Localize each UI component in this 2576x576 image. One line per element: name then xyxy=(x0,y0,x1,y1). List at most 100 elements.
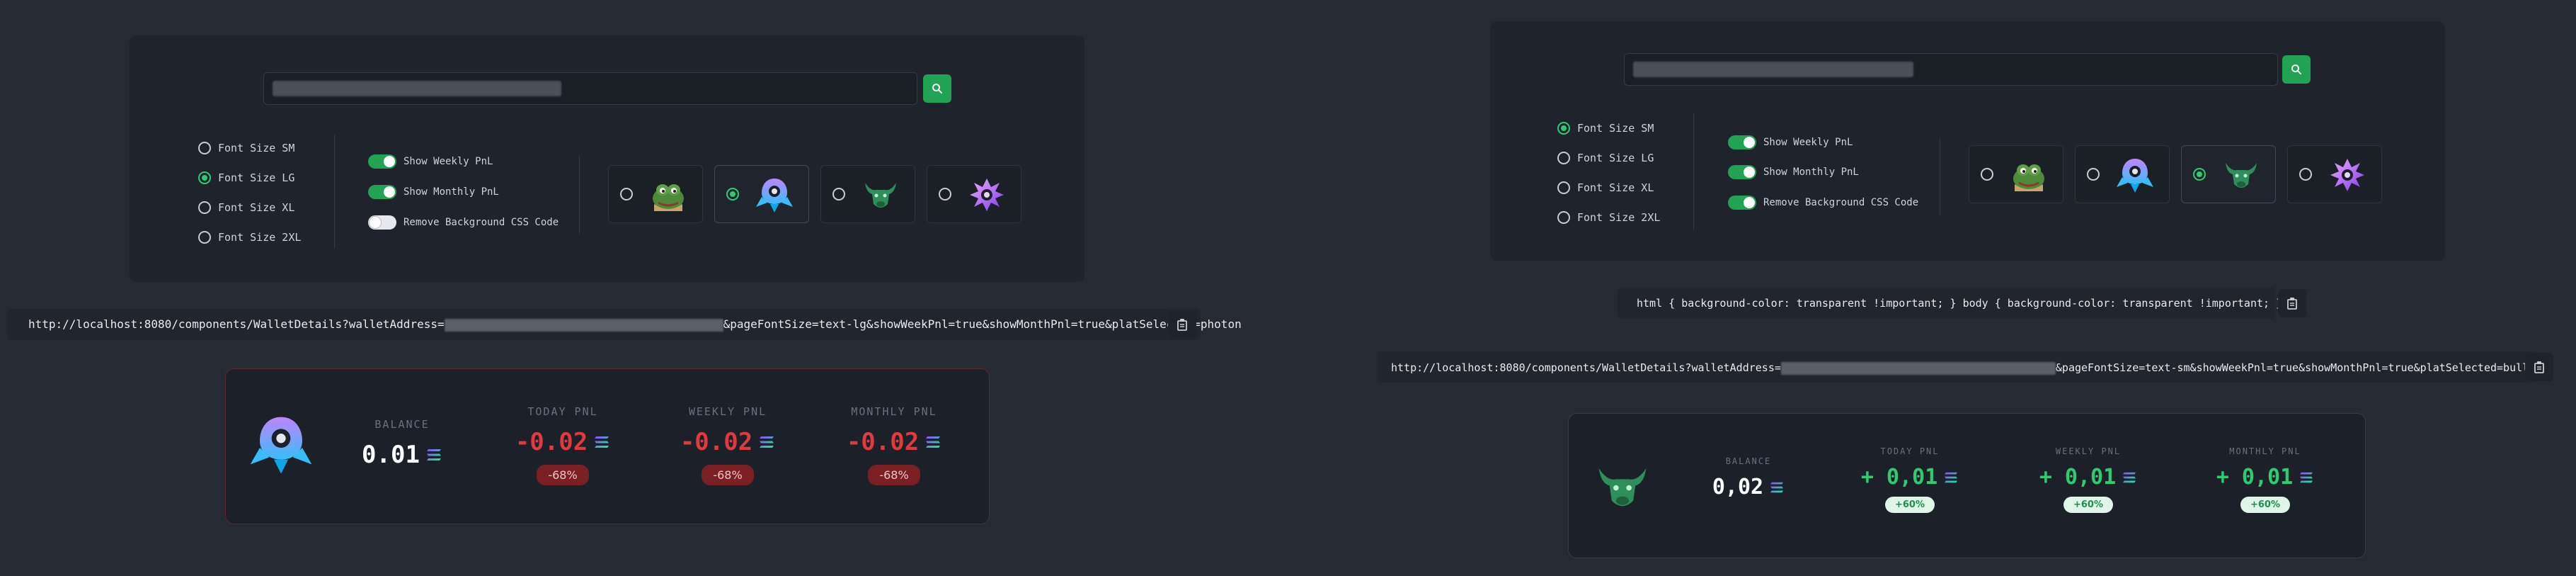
pct-badge-wrap: +60% xyxy=(1843,497,1977,513)
solana-icon xyxy=(2300,472,2313,482)
toggle-switch[interactable] xyxy=(368,154,396,169)
wallet-search-input[interactable] xyxy=(1624,53,2278,86)
url-suffix: &pageFontSize=text-sm&showWeekPnl=true&s… xyxy=(2055,361,2536,374)
copy-css-button[interactable] xyxy=(2278,289,2306,317)
toggle-label: Show Weekly PnL xyxy=(1763,137,1853,148)
radio-button[interactable] xyxy=(939,188,951,201)
radio-button[interactable] xyxy=(2299,168,2312,181)
toggle-remove-background[interactable]: Remove Background CSS Code xyxy=(1728,196,1918,210)
font-option-sm[interactable]: Font Size SM xyxy=(198,142,294,154)
font-option-label: Font Size 2XL xyxy=(218,231,302,244)
monthly-pnl-value: + 0,01 xyxy=(2198,465,2332,490)
toggle-switch[interactable] xyxy=(368,185,396,199)
copy-icon xyxy=(1177,319,1187,331)
platform-card-bullx[interactable] xyxy=(2181,145,2276,203)
value-text: 0,02 xyxy=(1712,475,1764,499)
radio-button[interactable] xyxy=(1557,181,1570,194)
toggle-label: Show Monthly PnL xyxy=(1763,166,1859,178)
percent-badge: -68% xyxy=(702,465,754,485)
radio-button[interactable] xyxy=(1557,211,1570,224)
toggle-weekly-pnl[interactable]: Show Weekly PnL xyxy=(368,154,493,169)
photon-logo-icon xyxy=(250,417,312,474)
platform-card-photon[interactable] xyxy=(714,165,809,223)
weekly-pnl-stat: WEEKLY PNL + 0,01 +60% xyxy=(2021,446,2156,513)
copy-url-button[interactable] xyxy=(1168,310,1196,339)
platform-card-bullx[interactable] xyxy=(820,165,915,223)
url-suffix: &pageFontSize=text-lg&showWeekPnl=true&s… xyxy=(723,317,1242,331)
solana-icon xyxy=(595,436,609,448)
value-text: + 0,01 xyxy=(1860,465,1938,490)
font-option-sm[interactable]: Font Size SM xyxy=(1557,122,1654,135)
radio-button[interactable] xyxy=(198,231,211,244)
copy-url-button[interactable] xyxy=(2525,353,2553,381)
font-option-lg[interactable]: Font Size LG xyxy=(198,171,294,184)
toggle-monthly-pnl[interactable]: Show Monthly PnL xyxy=(368,185,499,199)
wallet-search-input[interactable] xyxy=(263,72,917,105)
bullx-logo-icon xyxy=(2226,163,2257,188)
radio-button[interactable] xyxy=(1557,152,1570,164)
radio-button[interactable] xyxy=(198,171,211,184)
toggle-label: Remove Background CSS Code xyxy=(403,217,559,228)
font-option-xl[interactable]: Font Size XL xyxy=(1557,181,1654,194)
platform-card-axiom[interactable] xyxy=(927,165,1021,223)
search-button[interactable] xyxy=(2282,55,2311,84)
radio-button[interactable] xyxy=(1557,122,1570,135)
weekly-pnl-value: -0.02 xyxy=(668,428,788,456)
toggle-monthly-pnl[interactable]: Show Monthly PnL xyxy=(1728,165,1859,179)
platform-card-pepe[interactable] xyxy=(1969,145,2063,203)
toggle-switch[interactable] xyxy=(1728,135,1756,149)
value-text: + 0,01 xyxy=(2039,465,2117,490)
css-code-text[interactable]: html { background-color: transparent !im… xyxy=(1637,297,2282,310)
radio-button[interactable] xyxy=(198,142,211,154)
photon-logo-icon xyxy=(756,179,793,213)
blurred-address xyxy=(273,81,561,96)
platform-card-photon[interactable] xyxy=(2075,145,2170,203)
radio-button[interactable] xyxy=(2087,168,2100,181)
solana-icon xyxy=(2123,472,2136,482)
pepe-logo-icon xyxy=(2013,164,2044,191)
search-icon xyxy=(2291,64,2301,74)
generated-url-left[interactable]: http://localhost:8080/components/WalletD… xyxy=(28,317,1242,332)
radio-button[interactable] xyxy=(1981,168,1993,181)
bullx-logo-icon xyxy=(1598,468,1647,507)
toggle-switch[interactable] xyxy=(368,215,396,230)
platform-card-axiom[interactable] xyxy=(2287,145,2382,203)
today-pnl-stat: TODAY PNL + 0,01 +60% xyxy=(1843,446,1977,513)
pct-badge-wrap: -68% xyxy=(668,465,788,485)
radio-button[interactable] xyxy=(198,201,211,214)
toggle-switch[interactable] xyxy=(1728,196,1756,210)
solana-icon xyxy=(1945,472,1958,482)
toggle-weekly-pnl[interactable]: Show Weekly PnL xyxy=(1728,135,1853,149)
percent-badge: +60% xyxy=(2240,497,2290,513)
font-option-2xl[interactable]: Font Size 2XL xyxy=(198,231,301,244)
search-button[interactable] xyxy=(923,74,951,103)
percent-badge: +60% xyxy=(1884,497,1935,513)
generated-url-right[interactable]: http://localhost:8080/components/WalletD… xyxy=(1391,361,2535,375)
solana-icon xyxy=(1770,482,1784,492)
today-pnl-value: -0.02 xyxy=(503,428,623,456)
font-option-label: Font Size XL xyxy=(1577,181,1654,194)
divider xyxy=(334,135,335,248)
weekly-pnl-stat: WEEKLY PNL -0.02 -68% xyxy=(668,405,788,485)
stat-label: BALANCE xyxy=(1725,456,1772,466)
bullx-logo-icon xyxy=(865,183,896,208)
percent-badge: -68% xyxy=(868,465,920,485)
url-prefix: http://localhost:8080/components/WalletD… xyxy=(1391,361,1781,374)
font-option-lg[interactable]: Font Size LG xyxy=(1557,152,1654,164)
value-text: + 0,01 xyxy=(2216,465,2294,490)
font-option-xl[interactable]: Font Size XL xyxy=(198,201,294,214)
radio-button[interactable] xyxy=(832,188,845,201)
toggle-label: Show Weekly PnL xyxy=(403,156,493,167)
platform-card-pepe[interactable] xyxy=(608,165,703,223)
font-option-2xl[interactable]: Font Size 2XL xyxy=(1557,211,1660,224)
solana-icon xyxy=(760,436,774,448)
stat-label: MONTHLY PNL xyxy=(851,405,937,418)
font-option-label: Font Size LG xyxy=(1577,152,1654,164)
radio-button[interactable] xyxy=(620,188,633,201)
toggle-switch[interactable] xyxy=(1728,165,1756,179)
font-option-label: Font Size 2XL xyxy=(1577,211,1661,224)
radio-button[interactable] xyxy=(2193,168,2206,181)
radio-button[interactable] xyxy=(726,188,739,201)
toggle-label: Remove Background CSS Code xyxy=(1763,197,1919,208)
toggle-remove-background[interactable]: Remove Background CSS Code xyxy=(368,215,559,230)
